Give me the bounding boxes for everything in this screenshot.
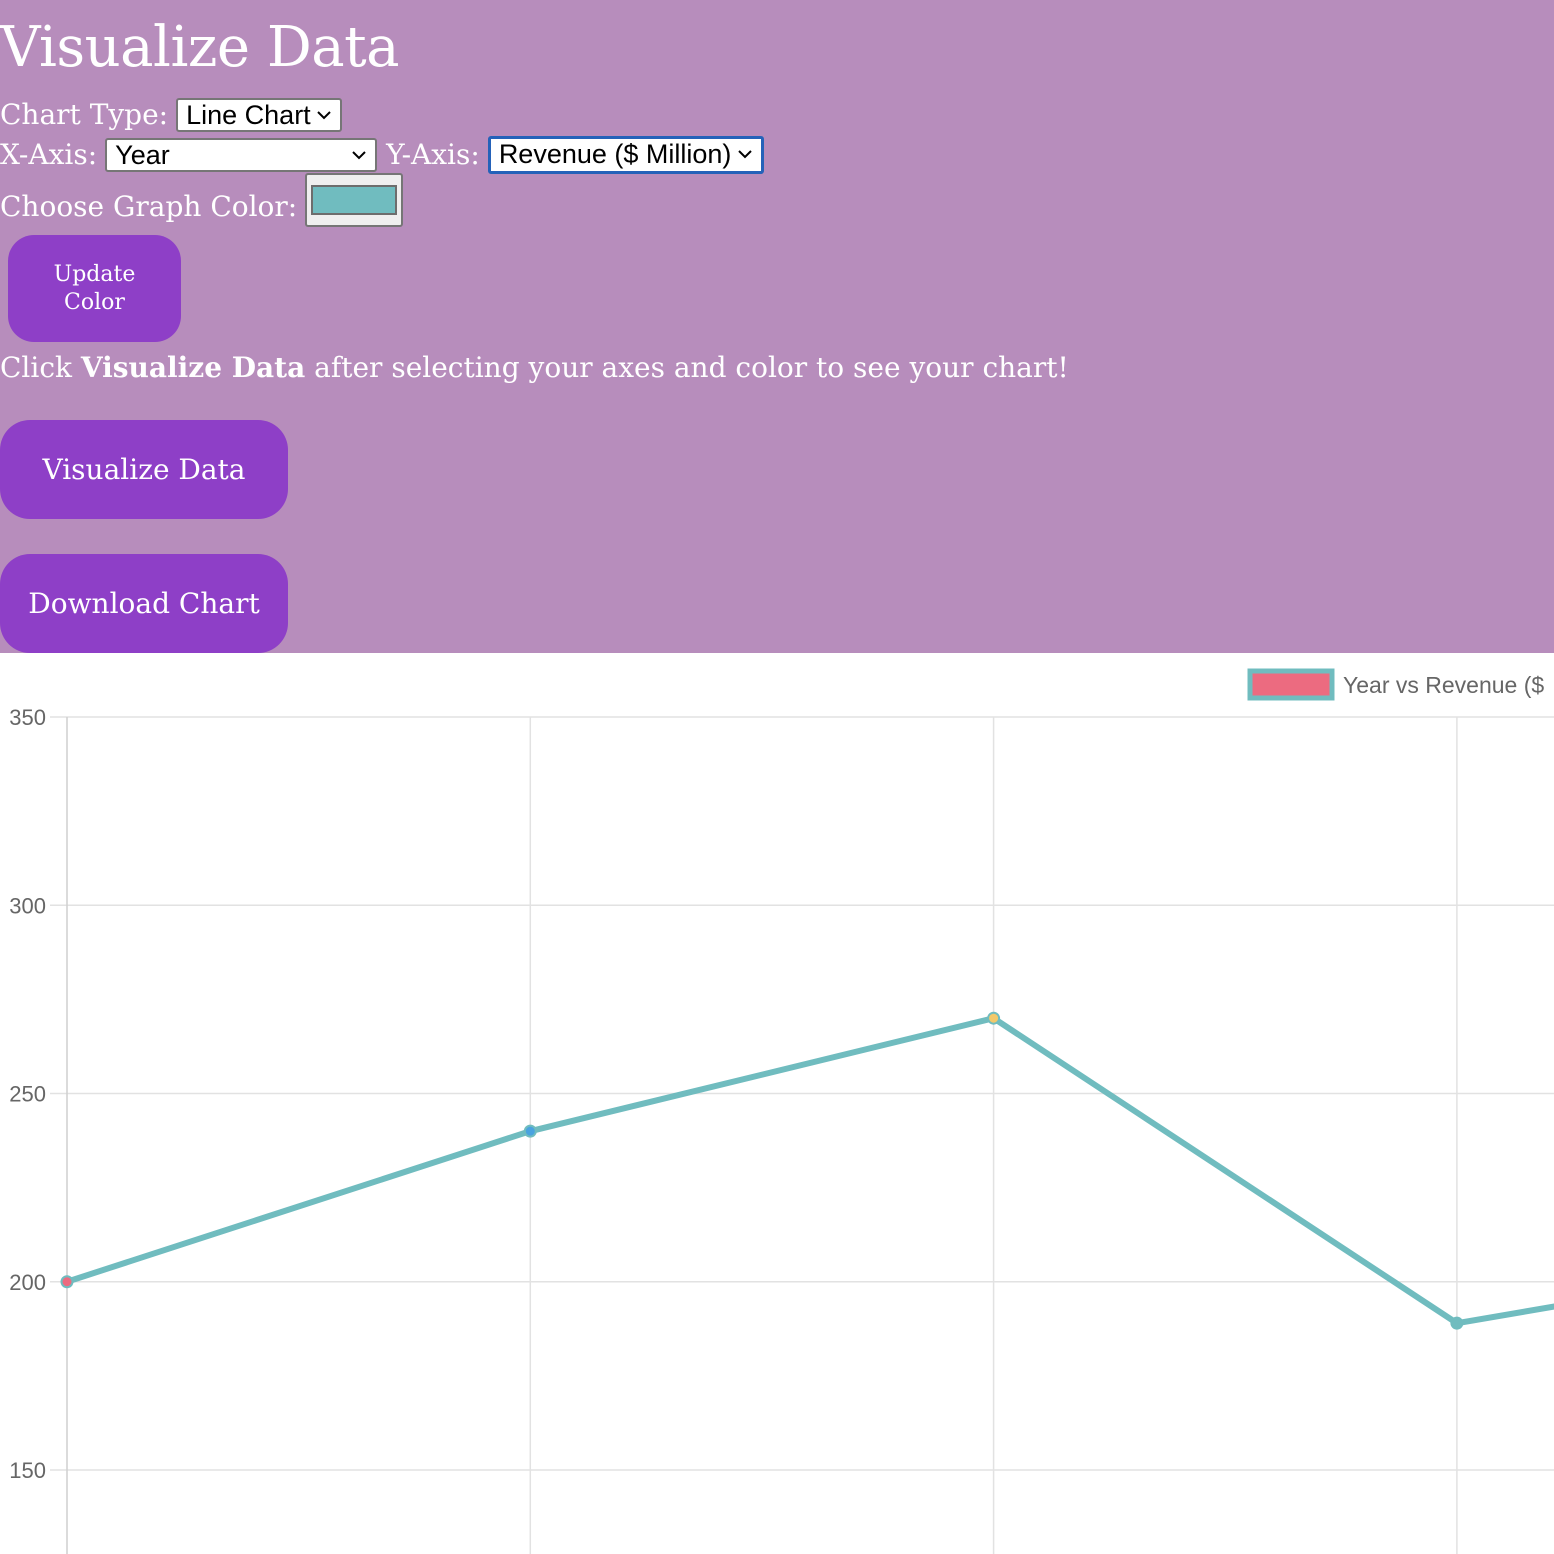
color-row: Choose Graph Color: [0,173,404,227]
line-chart: 350 300 250 200 150 Year vs Revenue ($ [0,653,1554,1554]
chart-type-label: Chart Type: [0,98,169,131]
data-point [987,1011,1001,1025]
data-point [523,1124,537,1138]
y-tick-label: 250 [9,1082,46,1107]
axes-row: X-Axis: Year Y-Axis: Revenue ($ Million) [0,136,764,174]
chevron-down-icon [738,150,752,159]
y-tick-label: 350 [9,705,46,730]
legend-label: Year vs Revenue ($ [1343,672,1544,698]
chevron-down-icon [317,111,331,120]
y-axis-label: Y-Axis: [386,138,480,171]
y-tick-label: 200 [9,1270,46,1295]
graph-color-picker[interactable] [305,173,404,227]
x-axis-select[interactable]: Year [105,138,378,172]
x-axis-label: X-Axis: [0,138,98,171]
data-point [60,1275,74,1289]
x-axis-value: Year [115,140,170,170]
hint-prefix: Click [0,351,81,384]
hint-emphasis: Visualize Data [80,351,306,384]
data-point [1450,1316,1464,1330]
update-color-line2: Color [64,289,125,315]
chart-canvas: 350 300 250 200 150 Year vs Revenue ($ [9,668,1554,1554]
visualize-data-button[interactable]: Visualize Data [0,420,288,519]
y-tick-label: 300 [9,893,46,918]
download-chart-button[interactable]: Download Chart [0,554,288,653]
y-tick-label: 150 [9,1458,46,1483]
color-label: Choose Graph Color: [0,190,298,223]
update-color-line1: Update [53,261,136,287]
chart-type-value: Line Chart [186,100,311,130]
controls-panel: Visualize Data Chart Type: Line Chart X-… [0,0,1554,653]
page-title: Visualize Data [0,15,400,80]
y-axis-value: Revenue ($ Million) [498,139,732,169]
update-color-button[interactable]: Update Color [8,235,181,342]
chevron-down-icon [352,151,366,160]
chart-type-row: Chart Type: Line Chart [0,98,343,132]
instruction-text: Click Visualize Data after selecting you… [0,350,1069,386]
hint-suffix: after selecting your axes and color to s… [305,351,1069,384]
chart-type-select[interactable]: Line Chart [176,98,343,132]
color-swatch [311,185,398,215]
y-axis-select[interactable]: Revenue ($ Million) [487,136,764,174]
legend-swatch [1247,668,1335,701]
series-line [66,1014,1554,1327]
